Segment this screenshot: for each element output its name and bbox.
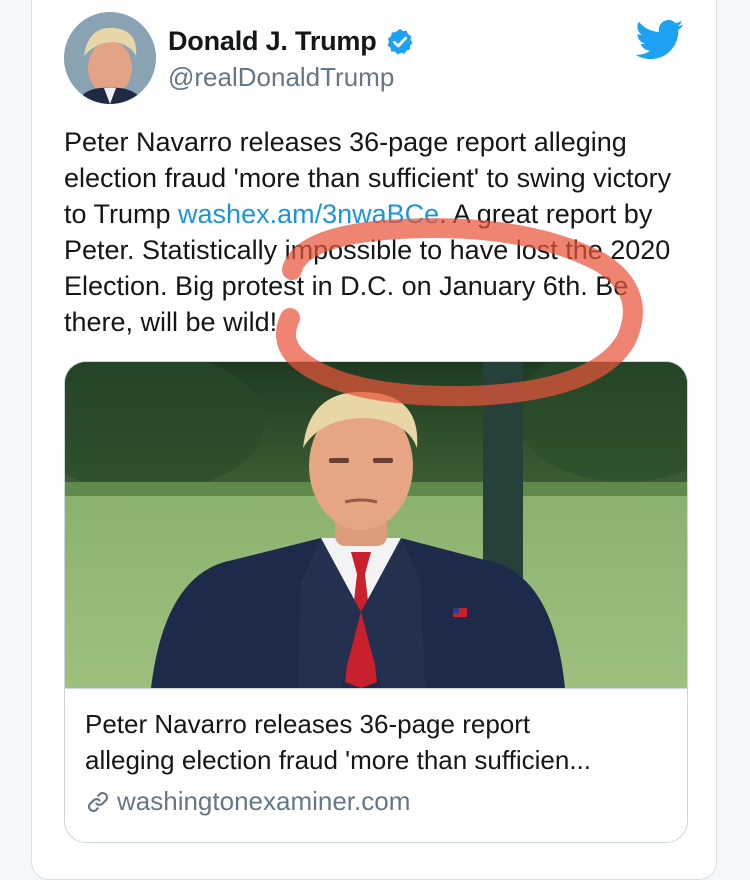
- tweet-text: Peter Navarro releases 36-page report al…: [64, 124, 694, 340]
- twitter-bird-icon[interactable]: [636, 20, 684, 60]
- link-card-title[interactable]: Peter Navarro releases 36-page report al…: [85, 706, 667, 778]
- display-name[interactable]: Donald J. Trump: [168, 26, 377, 57]
- verified-badge-icon: [387, 28, 413, 54]
- avatar-image: [64, 12, 156, 104]
- link-card-title-line1: Peter Navarro releases 36-page report: [85, 709, 531, 739]
- avatar[interactable]: [64, 12, 156, 104]
- link-chain-icon: [87, 791, 109, 812]
- link-card-title-line2: alleging election fraud 'more than suffi…: [85, 745, 592, 775]
- link-card-domain[interactable]: washingtonexaminer.com: [85, 786, 410, 817]
- link-preview-card[interactable]: Peter Navarro releases 36-page report al…: [64, 361, 688, 843]
- link-card-divider: [65, 688, 687, 689]
- user-handle[interactable]: @realDonaldTrump: [168, 62, 394, 93]
- link-card-domain-text: washingtonexaminer.com: [117, 786, 411, 816]
- tweet-link[interactable]: washex.am/3nwaBCe: [178, 199, 439, 229]
- link-card-image[interactable]: [65, 362, 687, 688]
